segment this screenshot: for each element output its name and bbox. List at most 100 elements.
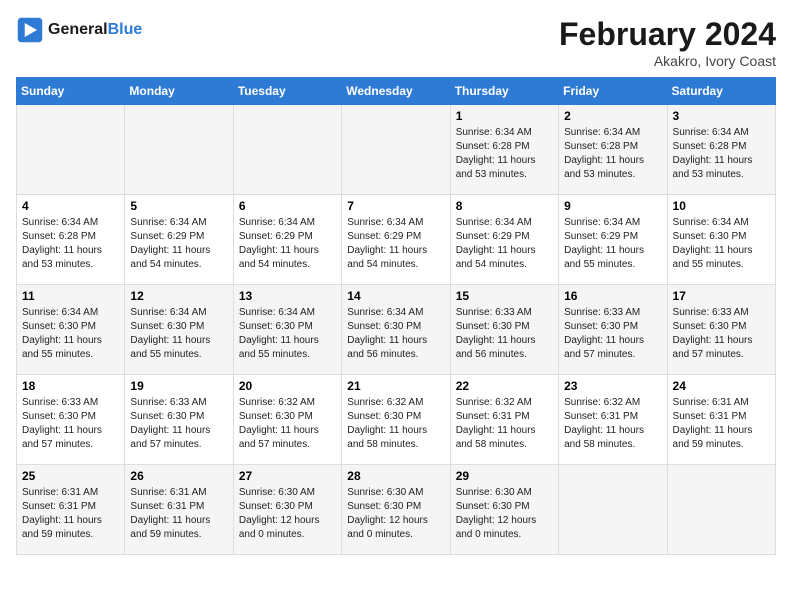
day-info: Sunrise: 6:34 AM Sunset: 6:30 PM Dayligh… xyxy=(673,216,770,272)
day-header-thursday: Thursday xyxy=(450,78,558,105)
calendar-cell: 17 Sunrise: 6:33 AM Sunset: 6:30 PM Dayli… xyxy=(667,285,775,375)
week-row-1: 4 Sunrise: 6:34 AM Sunset: 6:28 PM Daylig… xyxy=(17,195,776,285)
calendar-cell: 15 Sunrise: 6:33 AM Sunset: 6:30 PM Dayli… xyxy=(450,285,558,375)
day-number: 11 xyxy=(22,289,119,303)
week-row-2: 11 Sunrise: 6:34 AM Sunset: 6:30 PM Dayli… xyxy=(17,285,776,375)
calendar-cell: 23 Sunrise: 6:32 AM Sunset: 6:31 PM Dayli… xyxy=(559,375,667,465)
day-header-tuesday: Tuesday xyxy=(233,78,341,105)
calendar-cell: 10 Sunrise: 6:34 AM Sunset: 6:30 PM Dayli… xyxy=(667,195,775,285)
calendar-cell xyxy=(559,465,667,555)
calendar-cell xyxy=(233,105,341,195)
calendar-cell xyxy=(667,465,775,555)
day-number: 27 xyxy=(239,469,336,483)
calendar-cell: 14 Sunrise: 6:34 AM Sunset: 6:30 PM Dayli… xyxy=(342,285,450,375)
week-row-0: 1 Sunrise: 6:34 AM Sunset: 6:28 PM Daylig… xyxy=(17,105,776,195)
day-info: Sunrise: 6:30 AM Sunset: 6:30 PM Dayligh… xyxy=(239,486,336,542)
day-info: Sunrise: 6:32 AM Sunset: 6:30 PM Dayligh… xyxy=(239,396,336,452)
day-number: 14 xyxy=(347,289,444,303)
day-info: Sunrise: 6:31 AM Sunset: 6:31 PM Dayligh… xyxy=(130,486,227,542)
day-number: 28 xyxy=(347,469,444,483)
day-info: Sunrise: 6:34 AM Sunset: 6:30 PM Dayligh… xyxy=(130,306,227,362)
day-number: 3 xyxy=(673,109,770,123)
day-header-sunday: Sunday xyxy=(17,78,125,105)
day-number: 26 xyxy=(130,469,227,483)
day-info: Sunrise: 6:31 AM Sunset: 6:31 PM Dayligh… xyxy=(22,486,119,542)
day-info: Sunrise: 6:31 AM Sunset: 6:31 PM Dayligh… xyxy=(673,396,770,452)
logo-icon xyxy=(16,16,44,44)
day-number: 15 xyxy=(456,289,553,303)
calendar-cell: 22Sunrise: 6:32 AM Sunset: 6:31 PM Dayli… xyxy=(450,375,558,465)
calendar-cell: 1 Sunrise: 6:34 AM Sunset: 6:28 PM Daylig… xyxy=(450,105,558,195)
day-number: 20 xyxy=(239,379,336,393)
calendar-cell: 2 Sunrise: 6:34 AM Sunset: 6:28 PM Daylig… xyxy=(559,105,667,195)
day-number: 4 xyxy=(22,199,119,213)
day-number: 10 xyxy=(673,199,770,213)
calendar-cell xyxy=(125,105,233,195)
calendar-cell: 20 Sunrise: 6:32 AM Sunset: 6:30 PM Dayli… xyxy=(233,375,341,465)
day-info: Sunrise: 6:34 AM Sunset: 6:29 PM Dayligh… xyxy=(347,216,444,272)
day-number: 29 xyxy=(456,469,553,483)
day-number: 21 xyxy=(347,379,444,393)
calendar-cell: 12 Sunrise: 6:34 AM Sunset: 6:30 PM Dayli… xyxy=(125,285,233,375)
subtitle: Akakro, Ivory Coast xyxy=(559,53,776,69)
day-number: 22 xyxy=(456,379,553,393)
day-info: Sunrise: 6:34 AM Sunset: 6:30 PM Dayligh… xyxy=(347,306,444,362)
calendar-cell xyxy=(17,105,125,195)
calendar-cell: 11Sunrise: 6:34 AM Sunset: 6:30 PM Dayli… xyxy=(17,285,125,375)
day-number: 25 xyxy=(22,469,119,483)
calendar-cell: 7 Sunrise: 6:34 AM Sunset: 6:29 PM Daylig… xyxy=(342,195,450,285)
calendar-cell: 4 Sunrise: 6:34 AM Sunset: 6:28 PM Daylig… xyxy=(17,195,125,285)
day-info: Sunrise: 6:32 AM Sunset: 6:31 PM Dayligh… xyxy=(564,396,661,452)
calendar-cell: 13Sunrise: 6:34 AM Sunset: 6:30 PM Dayli… xyxy=(233,285,341,375)
day-info: Sunrise: 6:34 AM Sunset: 6:28 PM Dayligh… xyxy=(456,126,553,182)
day-info: Sunrise: 6:34 AM Sunset: 6:28 PM Dayligh… xyxy=(564,126,661,182)
day-info: Sunrise: 6:33 AM Sunset: 6:30 PM Dayligh… xyxy=(456,306,553,362)
day-info: Sunrise: 6:33 AM Sunset: 6:30 PM Dayligh… xyxy=(130,396,227,452)
logo: GeneralBlue xyxy=(16,16,142,44)
calendar-cell: 8 Sunrise: 6:34 AM Sunset: 6:29 PM Daylig… xyxy=(450,195,558,285)
day-number: 5 xyxy=(130,199,227,213)
calendar-cell: 29 Sunrise: 6:30 AM Sunset: 6:30 PM Dayli… xyxy=(450,465,558,555)
day-number: 18 xyxy=(22,379,119,393)
day-number: 13 xyxy=(239,289,336,303)
header-row: SundayMondayTuesdayWednesdayThursdayFrid… xyxy=(17,78,776,105)
logo-text: GeneralBlue xyxy=(48,21,142,39)
day-number: 2 xyxy=(564,109,661,123)
day-number: 23 xyxy=(564,379,661,393)
day-header-monday: Monday xyxy=(125,78,233,105)
day-number: 7 xyxy=(347,199,444,213)
calendar-cell: 26 Sunrise: 6:31 AM Sunset: 6:31 PM Dayli… xyxy=(125,465,233,555)
day-info: Sunrise: 6:33 AM Sunset: 6:30 PM Dayligh… xyxy=(22,396,119,452)
calendar-cell: 21Sunrise: 6:32 AM Sunset: 6:30 PM Dayli… xyxy=(342,375,450,465)
day-header-saturday: Saturday xyxy=(667,78,775,105)
day-info: Sunrise: 6:33 AM Sunset: 6:30 PM Dayligh… xyxy=(564,306,661,362)
day-info: Sunrise: 6:34 AM Sunset: 6:28 PM Dayligh… xyxy=(22,216,119,272)
day-info: Sunrise: 6:34 AM Sunset: 6:29 PM Dayligh… xyxy=(239,216,336,272)
week-row-3: 18 Sunrise: 6:33 AM Sunset: 6:30 PM Dayli… xyxy=(17,375,776,465)
calendar-cell: 27 Sunrise: 6:30 AM Sunset: 6:30 PM Dayli… xyxy=(233,465,341,555)
calendar-cell: 25 Sunrise: 6:31 AM Sunset: 6:31 PM Dayli… xyxy=(17,465,125,555)
day-number: 9 xyxy=(564,199,661,213)
calendar-cell: 6 Sunrise: 6:34 AM Sunset: 6:29 PM Daylig… xyxy=(233,195,341,285)
day-number: 17 xyxy=(673,289,770,303)
week-row-4: 25 Sunrise: 6:31 AM Sunset: 6:31 PM Dayli… xyxy=(17,465,776,555)
calendar-cell xyxy=(342,105,450,195)
day-number: 12 xyxy=(130,289,227,303)
title-block: February 2024 Akakro, Ivory Coast xyxy=(559,16,776,69)
calendar-header: SundayMondayTuesdayWednesdayThursdayFrid… xyxy=(17,78,776,105)
day-info: Sunrise: 6:34 AM Sunset: 6:29 PM Dayligh… xyxy=(456,216,553,272)
main-title: February 2024 xyxy=(559,16,776,53)
calendar-cell: 19Sunrise: 6:33 AM Sunset: 6:30 PM Dayli… xyxy=(125,375,233,465)
day-number: 8 xyxy=(456,199,553,213)
day-info: Sunrise: 6:33 AM Sunset: 6:30 PM Dayligh… xyxy=(673,306,770,362)
day-info: Sunrise: 6:30 AM Sunset: 6:30 PM Dayligh… xyxy=(347,486,444,542)
day-info: Sunrise: 6:34 AM Sunset: 6:28 PM Dayligh… xyxy=(673,126,770,182)
day-number: 1 xyxy=(456,109,553,123)
day-number: 6 xyxy=(239,199,336,213)
calendar-cell: 28 Sunrise: 6:30 AM Sunset: 6:30 PM Dayli… xyxy=(342,465,450,555)
calendar-table: SundayMondayTuesdayWednesdayThursdayFrid… xyxy=(16,77,776,555)
calendar-cell: 18 Sunrise: 6:33 AM Sunset: 6:30 PM Dayli… xyxy=(17,375,125,465)
day-info: Sunrise: 6:34 AM Sunset: 6:29 PM Dayligh… xyxy=(564,216,661,272)
calendar-cell: 16Sunrise: 6:33 AM Sunset: 6:30 PM Dayli… xyxy=(559,285,667,375)
day-info: Sunrise: 6:30 AM Sunset: 6:30 PM Dayligh… xyxy=(456,486,553,542)
